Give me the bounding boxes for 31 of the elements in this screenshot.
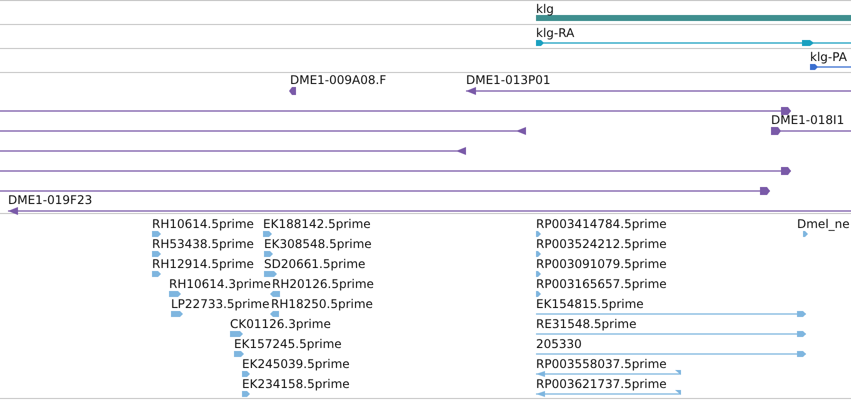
feature-label: RP003165657.5prime [536, 277, 667, 291]
feature-label: EK188142.5prime [263, 217, 371, 231]
feature-label: EK157245.5prime [234, 337, 342, 351]
feature-label: RH53438.5prime [152, 237, 254, 251]
feature-label: EK245039.5prime [242, 357, 350, 371]
feature-label: DME1-013P01 [466, 73, 551, 87]
feature-label: RH20126.5prime [272, 277, 374, 291]
feature-label: LP22733.5prime [171, 297, 270, 311]
feature-label: EK154815.5prime [536, 297, 644, 311]
feature-label: RP003621737.5prime [536, 377, 667, 391]
feature-label: Dmel_ne [797, 217, 850, 231]
feature-label: DME1-009A08.F [290, 73, 386, 87]
feature-label: SD20661.5prime [264, 257, 366, 271]
feature-label: DME1-019F23 [8, 193, 92, 207]
feature-label: RH12914.5prime [152, 257, 254, 271]
feature-label: klg-PA [810, 50, 847, 64]
feature-label: klg-RA [536, 26, 574, 40]
feature-label: RH10614.3prime [169, 277, 271, 291]
feature-label: DME1-018I1 [771, 113, 844, 127]
feature-label: RP003414784.5prime [536, 217, 667, 231]
feature-label: CK01126.3prime [230, 317, 331, 331]
feature-label: RP003558037.5prime [536, 357, 667, 371]
feature-label: 205330 [536, 337, 582, 351]
feature-label: EK308548.5prime [264, 237, 372, 251]
feature-label: EK234158.5prime [242, 377, 350, 391]
feature-label: RP003524212.5prime [536, 237, 667, 251]
feature-label: RP003091079.5prime [536, 257, 667, 271]
feature-label: RE31548.5prime [536, 317, 636, 331]
feature-label: RH10614.5prime [152, 217, 254, 231]
feature-label: klg [536, 2, 554, 16]
feature-label: RH18250.5prime [271, 297, 373, 311]
